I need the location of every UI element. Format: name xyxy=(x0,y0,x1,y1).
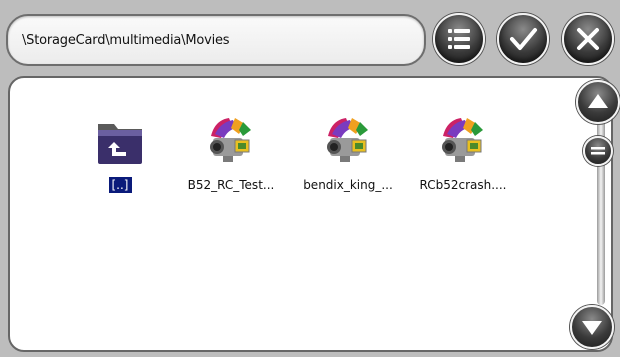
thumb-lines-icon xyxy=(591,147,605,155)
video-file-icon xyxy=(327,118,368,162)
scroll-up-button[interactable] xyxy=(576,80,620,124)
parent-folder-icon xyxy=(98,124,142,164)
close-button[interactable] xyxy=(562,13,614,65)
checkmark-icon xyxy=(510,28,537,50)
triangle-down-icon xyxy=(582,321,602,335)
ok-button[interactable] xyxy=(497,13,549,65)
file-list-panel: [..] B52_RC_Test... bendix_king_... RCb5… xyxy=(8,76,613,352)
menu-button[interactable] xyxy=(433,13,485,65)
file-label: [..] xyxy=(65,177,175,193)
video-file-icon xyxy=(442,118,483,162)
scroll-down-button[interactable] xyxy=(570,305,614,349)
path-bar[interactable]: \StorageCard\multimedia\Movies xyxy=(6,14,426,66)
file-label: bendix_king_... xyxy=(303,178,393,192)
close-icon xyxy=(577,28,599,50)
scrollbar-thumb[interactable] xyxy=(583,136,613,166)
file-label: RCb52crash.... xyxy=(419,178,507,192)
list-icon xyxy=(448,29,470,49)
file-label: B52_RC_Test... xyxy=(187,178,275,192)
video-file-icon xyxy=(210,118,251,162)
path-text: \StorageCard\multimedia\Movies xyxy=(22,33,230,48)
triangle-up-icon xyxy=(588,94,608,108)
